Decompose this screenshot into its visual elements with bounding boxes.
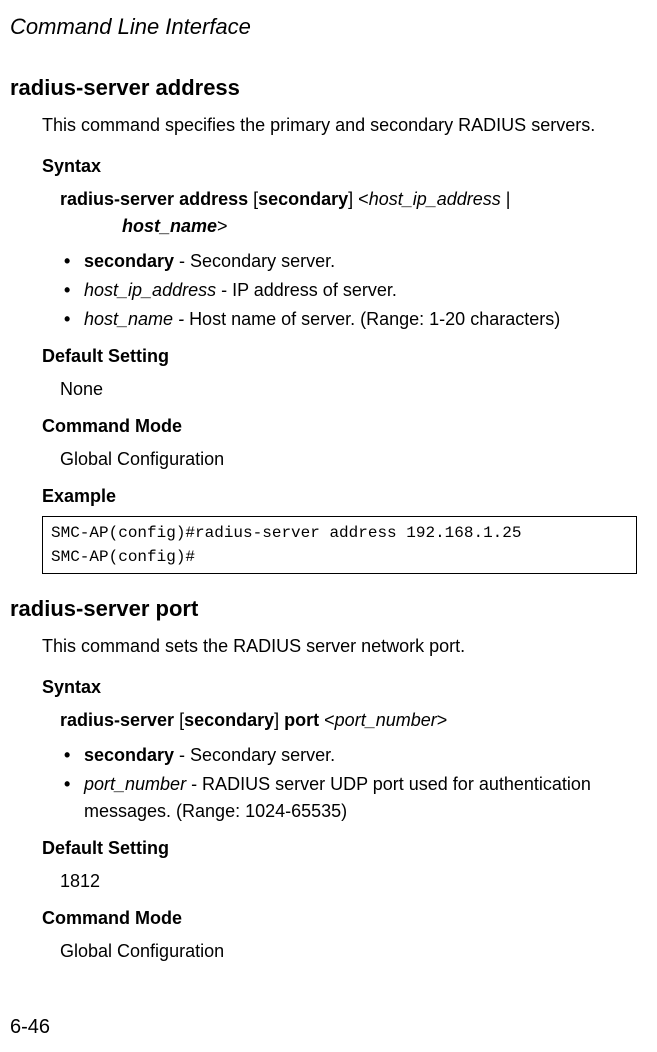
syntax-text: ] < [348, 189, 369, 209]
section-description: This command specifies the primary and s… [42, 112, 637, 139]
default-value: 1812 [60, 868, 637, 895]
list-item: host_ip_address - IP address of server. [60, 277, 637, 304]
syntax-cmd: radius-server address [60, 189, 248, 209]
parameter-list: secondary - Secondary server. port_numbe… [60, 742, 637, 825]
syntax-line: radius-server address [secondary] <host_… [60, 186, 637, 240]
syntax-cmd: radius-server [60, 710, 174, 730]
syntax-text: [ [174, 710, 184, 730]
param-name: host_ip_address [84, 280, 216, 300]
mode-value: Global Configuration [60, 446, 637, 473]
default-value: None [60, 376, 637, 403]
syntax-text: [ [248, 189, 258, 209]
param-name: secondary [84, 251, 174, 271]
page-number: 6-46 [10, 1012, 50, 1042]
mode-heading: Command Mode [42, 905, 637, 932]
syntax-param: port_number [335, 710, 437, 730]
param-name: secondary [84, 745, 174, 765]
section-title-radius-port: radius-server port [10, 592, 637, 625]
section-description: This command sets the RADIUS server netw… [42, 633, 637, 660]
param-desc: - IP address of server. [216, 280, 397, 300]
syntax-text: > [437, 710, 448, 730]
mode-heading: Command Mode [42, 413, 637, 440]
list-item: host_name - Host name of server. (Range:… [60, 306, 637, 333]
syntax-param: host_ip_address [369, 189, 501, 209]
syntax-keyword: secondary [258, 189, 348, 209]
param-name: port_number [84, 774, 186, 794]
syntax-text: ] [274, 710, 284, 730]
mode-value: Global Configuration [60, 938, 637, 965]
param-dash: - [173, 309, 189, 329]
param-desc: - Secondary server. [174, 251, 335, 271]
syntax-keyword: port [284, 710, 319, 730]
page-header: Command Line Interface [10, 10, 637, 43]
section-title-radius-address: radius-server address [10, 71, 637, 104]
list-item: port_number - RADIUS server UDP port use… [60, 771, 637, 825]
syntax-line: radius-server [secondary] port <port_num… [60, 707, 637, 734]
syntax-text: < [319, 710, 335, 730]
parameter-list: secondary - Secondary server. host_ip_ad… [60, 248, 637, 333]
syntax-heading: Syntax [42, 674, 637, 701]
default-heading: Default Setting [42, 835, 637, 862]
syntax-keyword: secondary [184, 710, 274, 730]
example-code-block: SMC-AP(config)#radius-server address 192… [42, 516, 637, 574]
example-heading: Example [42, 483, 637, 510]
syntax-text: | [501, 189, 511, 209]
param-name: host_name [84, 309, 173, 329]
syntax-text: > [217, 216, 228, 236]
list-item: secondary - Secondary server. [60, 742, 637, 769]
syntax-param: host_name [122, 216, 217, 236]
default-heading: Default Setting [42, 343, 637, 370]
param-desc: - Secondary server. [174, 745, 335, 765]
param-desc: Host name of server. (Range: 1-20 charac… [189, 309, 560, 329]
syntax-heading: Syntax [42, 153, 637, 180]
list-item: secondary - Secondary server. [60, 248, 637, 275]
